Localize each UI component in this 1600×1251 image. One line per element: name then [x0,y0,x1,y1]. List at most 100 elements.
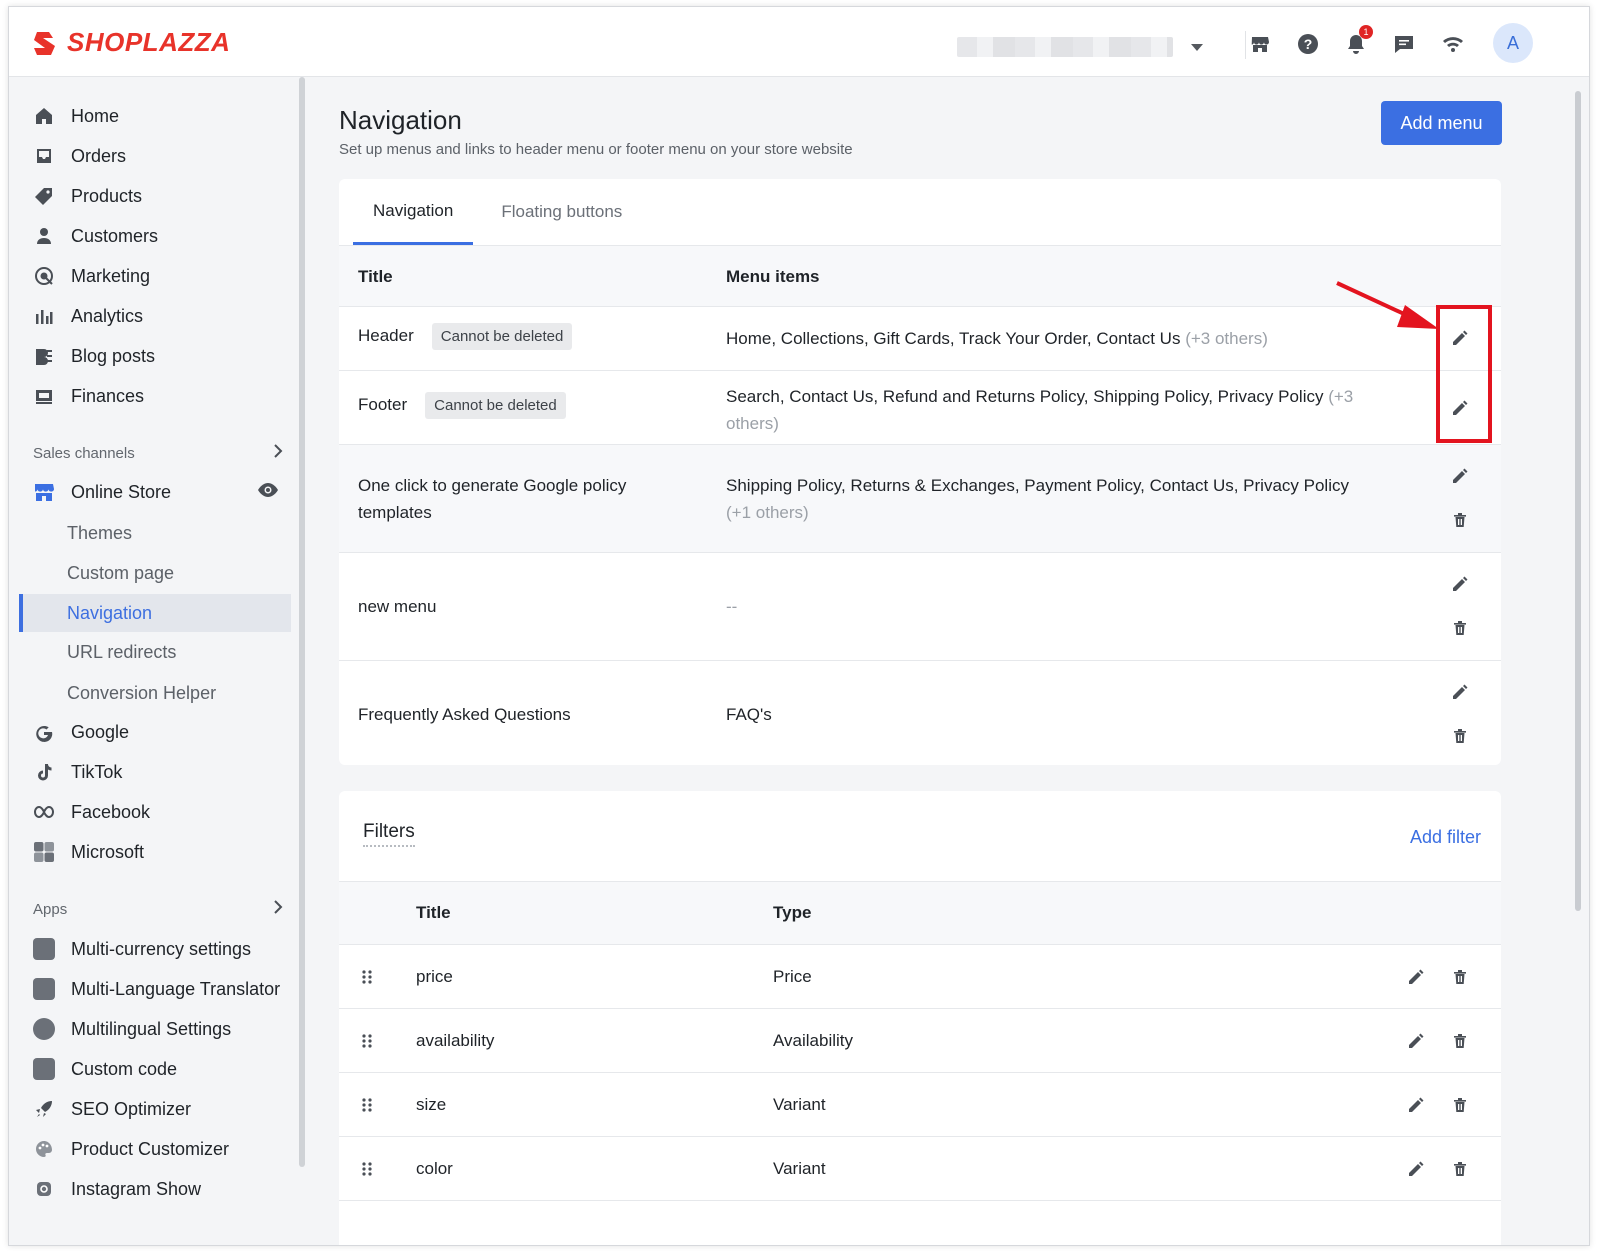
sidebar-sub-conversion-helper[interactable]: Conversion Helper [19,674,291,712]
menu-title-text: new menu [358,597,437,616]
sidebar-item-blog-posts[interactable]: Blog posts [25,337,291,375]
page-title: Navigation [339,105,462,135]
edit-pencil-icon[interactable] [1449,573,1471,595]
storefront-icon[interactable] [1247,31,1273,57]
trash-icon[interactable] [1449,1030,1471,1052]
sidebar-app-custom-code[interactable]: Custom code [25,1050,291,1088]
edit-pencil-icon[interactable] [1449,465,1471,487]
sidebar-item-analytics[interactable]: Analytics [25,297,291,335]
menus-table-header: Title Menu items [339,245,1501,307]
sidebar-app-multi-currency[interactable]: Multi-currency settings [25,930,291,968]
sidebar-app-multilingual-settings[interactable]: Multilingual Settings [25,1010,291,1048]
bar-chart-icon [31,305,57,327]
sidebar-item-home[interactable]: Home [25,97,291,135]
menu-title-text: Header [358,325,414,345]
sidebar-item-finances[interactable]: Finances [25,377,291,415]
sidebar-item-google[interactable]: Google [25,713,291,751]
menu-title: Header Cannot be deleted [358,323,573,350]
sidebar-item-customers[interactable]: Customers [25,217,291,255]
svg-text:?: ? [1304,36,1313,52]
sidebar-app-product-customizer[interactable]: Product Customizer [25,1130,291,1168]
apps-header[interactable]: Apps [33,897,283,921]
filter-title: size [416,1095,447,1114]
topbar-divider [1245,31,1246,59]
wifi-icon[interactable] [1440,31,1466,57]
table-row[interactable]: Footer Cannot be deleted Search, Contact … [339,371,1501,445]
edit-pencil-icon[interactable] [1449,681,1471,703]
sidebar-sub-url-redirects[interactable]: URL redirects [19,633,291,671]
main-scrollbar[interactable] [1575,91,1581,911]
trash-icon[interactable] [1449,1094,1471,1116]
column-header-type: Type [773,903,812,922]
sidebar-sub-themes[interactable]: Themes [19,514,291,552]
sidebar-app-instagram-show[interactable]: Instagram Show [25,1170,291,1208]
table-row[interactable]: size Variant [339,1073,1501,1137]
app-window: SHOPLAZZA ? 1 A Home Orders Products Cus… [8,6,1590,1246]
edit-pencil-icon[interactable] [1405,1030,1427,1052]
sidebar-item-microsoft[interactable]: Microsoft [25,833,291,871]
notification-badge: 1 [1359,25,1373,39]
table-row[interactable]: color Variant [339,1137,1501,1201]
add-menu-button[interactable]: Add menu [1381,101,1502,145]
trash-icon[interactable] [1449,1158,1471,1180]
sidebar-item-marketing[interactable]: Marketing [25,257,291,295]
tab-navigation[interactable]: Navigation [353,179,474,245]
sidebar-app-seo-optimizer[interactable]: SEO Optimizer [25,1090,291,1128]
menu-items-text: Shipping Policy, Returns & Exchanges, Pa… [726,476,1349,495]
column-header-title: Title [358,267,393,286]
sidebar-item-facebook[interactable]: Facebook [25,793,291,831]
sales-channels-header[interactable]: Sales channels [33,441,283,465]
tag-icon [31,185,57,207]
currency-icon [31,938,57,960]
trash-icon[interactable] [1449,617,1471,639]
sidebar-sub-label: Navigation [67,602,153,623]
rocket-icon [31,1098,57,1120]
cannot-delete-badge: Cannot be deleted [431,323,573,350]
menus-card: Navigation Floating buttons Title Menu i… [339,179,1501,765]
sidebar-item-label: Customers [71,225,159,246]
chat-icon[interactable] [1391,31,1417,57]
table-row[interactable]: availability Availability [339,1009,1501,1073]
shoplazza-logo[interactable]: SHOPLAZZA [31,27,230,58]
edit-pencil-icon[interactable] [1405,966,1427,988]
filter-title: color [416,1159,453,1178]
edit-pencil-icon[interactable] [1405,1094,1427,1116]
sidebar-item-tiktok[interactable]: TikTok [25,753,291,791]
trash-icon[interactable] [1449,725,1471,747]
sidebar-item-label: Product Customizer [71,1138,230,1159]
drag-handle-icon[interactable] [361,1033,373,1049]
drag-handle-icon[interactable] [361,969,373,985]
sidebar-app-multi-language-translator[interactable]: Multi-Language Translator [25,970,291,1008]
edit-pencil-icon[interactable] [1405,1158,1427,1180]
sidebar-item-label: Online Store [71,481,172,502]
table-row[interactable]: Frequently Asked Questions FAQ's [339,661,1501,765]
trash-icon[interactable] [1449,966,1471,988]
table-row[interactable]: new menu -- [339,553,1501,661]
drag-handle-icon[interactable] [361,1097,373,1113]
sidebar-item-products[interactable]: Products [25,177,291,215]
menu-title-text: Footer [358,394,408,414]
table-row[interactable]: price Price [339,945,1501,1009]
sidebar-sub-navigation[interactable]: Navigation [19,594,291,632]
eye-icon[interactable] [257,482,279,503]
trash-icon[interactable] [1449,509,1471,531]
menu-items: Home, Collections, Gift Cards, Track You… [726,329,1366,349]
page-subtitle: Set up menus and links to header menu or… [339,141,853,158]
add-filter-link[interactable]: Add filter [1410,827,1481,848]
blog-icon [31,345,57,367]
sidebar-item-orders[interactable]: Orders [25,137,291,175]
sidebar-item-label: Microsoft [71,841,145,862]
help-icon[interactable]: ? [1295,31,1321,57]
drag-handle-icon[interactable] [361,1161,373,1177]
menu-title-text: Frequently Asked Questions [358,705,571,724]
user-avatar[interactable]: A [1493,23,1533,63]
filter-title: price [416,967,453,986]
sidebar-sub-label: Themes [67,522,133,543]
tab-floating-buttons[interactable]: Floating buttons [481,179,642,245]
table-row[interactable]: Header Cannot be deleted Home, Collection… [339,307,1501,371]
table-row[interactable]: One click to generate Google policy temp… [339,445,1501,553]
bell-icon[interactable]: 1 [1343,25,1373,57]
sidebar-sub-custom-page[interactable]: Custom page [19,554,291,592]
store-selector[interactable] [957,35,1217,59]
sidebar-item-online-store[interactable]: Online Store [25,473,291,511]
